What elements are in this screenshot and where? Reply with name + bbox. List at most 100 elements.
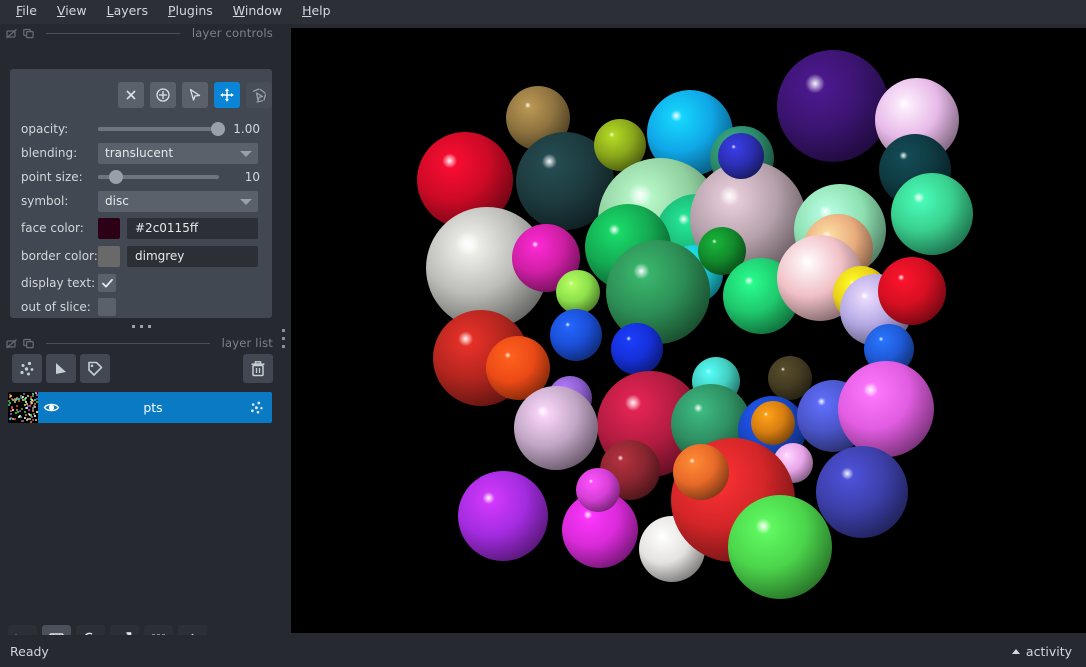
thumbnail-point <box>16 405 19 408</box>
blending-dropdown[interactable]: translucent <box>98 142 258 164</box>
activity-label: activity <box>1025 643 1072 659</box>
thumbnail-point <box>12 409 15 412</box>
blending-value: translucent <box>105 146 174 160</box>
symbol-label: symbol: <box>21 194 69 208</box>
menu-file[interactable]: File <box>8 2 45 22</box>
thumbnail-point <box>34 414 37 417</box>
thumbnail-point <box>30 398 33 401</box>
symbol-dropdown[interactable]: disc <box>98 190 258 212</box>
menu-window[interactable]: Window <box>225 2 290 22</box>
thumbnail-point <box>19 410 22 413</box>
thumbnail-point <box>29 420 32 423</box>
point-sphere <box>673 444 729 500</box>
thumbnail-point <box>28 418 31 421</box>
menu-layers[interactable]: Layers <box>99 2 156 22</box>
thumbnail-point <box>10 413 13 416</box>
opacity-label: opacity: <box>21 122 69 136</box>
thumbnail-point <box>21 408 24 411</box>
point-size-slider-handle[interactable] <box>109 170 124 184</box>
opacity-row: opacity: 1.00 <box>10 117 272 141</box>
border-color-row: border color: dimgrey <box>10 244 272 268</box>
opacity-value: 1.00 <box>233 122 260 136</box>
close-dock-icon[interactable] <box>6 28 17 39</box>
thumbnail-point <box>28 409 31 412</box>
border-color-input[interactable]: dimgrey <box>127 245 258 267</box>
delete-layer-button[interactable] <box>243 354 273 383</box>
thumbnail-point <box>23 393 26 396</box>
thumbnail-point <box>34 419 37 422</box>
menubar: File View Layers Plugins Window Help <box>0 0 1086 24</box>
thumbnail-point <box>31 393 34 396</box>
add-points-button[interactable] <box>150 82 176 108</box>
thumbnail-point <box>35 411 38 414</box>
symbol-value: disc <box>105 194 129 208</box>
out-of-slice-checkbox[interactable] <box>98 298 116 316</box>
thumbnail-point <box>24 404 27 407</box>
display-text-checkbox[interactable] <box>98 274 116 292</box>
thumbnail-point <box>29 414 32 417</box>
thumbnail-point <box>20 415 23 418</box>
face-color-input[interactable]: #2c0115ff <box>127 217 258 239</box>
opacity-slider[interactable] <box>98 119 225 139</box>
thumbnail-point <box>27 395 30 398</box>
point-sphere <box>550 309 602 361</box>
transform-button[interactable] <box>246 82 272 108</box>
face-color-swatch[interactable] <box>98 217 120 239</box>
thumbnail-point <box>31 409 34 412</box>
float-dock-icon[interactable] <box>23 28 34 39</box>
layer-name-label[interactable]: pts <box>64 400 242 415</box>
layer-controls-panel: opacity: 1.00 blending: translucent poin… <box>10 69 272 318</box>
select-points-button[interactable] <box>182 82 208 108</box>
thumbnail-point <box>24 396 27 399</box>
thumbnail-point <box>18 415 21 418</box>
thumbnail-point <box>35 398 38 401</box>
dock-title-rule <box>46 32 180 34</box>
point-sphere <box>728 495 832 599</box>
dock-title-rule <box>46 342 210 344</box>
border-color-swatch[interactable] <box>98 245 120 267</box>
display-text-row: display text: <box>10 271 272 295</box>
delete-selected-points-button[interactable] <box>118 82 144 108</box>
thumbnail-point <box>27 417 30 420</box>
activity-button[interactable]: activity <box>1011 643 1072 659</box>
thumbnail-point <box>31 395 34 398</box>
chevron-down-icon <box>240 150 252 157</box>
statusbar: Ready activity <box>0 635 1086 667</box>
menu-view[interactable]: View <box>49 2 95 22</box>
point-sphere <box>458 471 548 561</box>
points-layer-type-icon <box>242 400 272 416</box>
status-message: Ready <box>10 643 49 659</box>
point-size-value: 10 <box>244 170 260 184</box>
menu-plugins[interactable]: Plugins <box>160 2 221 22</box>
layer-controls-label: layer controls <box>191 26 273 40</box>
thumbnail-point <box>17 398 20 401</box>
controls-expander-handle[interactable] <box>10 318 272 334</box>
border-color-label: border color: <box>21 249 98 263</box>
point-size-slider[interactable] <box>98 167 219 187</box>
blending-label: blending: <box>21 146 78 160</box>
napari-main-window: File View Layers Plugins Window Help layer co… <box>0 0 1086 667</box>
layer-list-item-pts[interactable]: pts <box>8 392 272 423</box>
point-sphere <box>816 446 908 538</box>
thumbnail-point <box>22 420 25 423</box>
opacity-slider-handle[interactable] <box>211 122 225 136</box>
pan-zoom-button[interactable] <box>214 82 240 108</box>
left-dock-area: layer controls opacity: 1.00 blending: t… <box>0 24 283 655</box>
thumbnail-point <box>35 393 38 396</box>
new-points-button[interactable] <box>12 354 42 383</box>
thumbnail-point <box>24 410 27 413</box>
blending-row: blending: translucent <box>10 141 272 165</box>
viewer-canvas[interactable] <box>291 28 1086 633</box>
new-shapes-button[interactable] <box>46 354 76 383</box>
layer-visibility-toggle[interactable] <box>38 399 64 416</box>
thumbnail-point <box>13 401 16 404</box>
face-color-row: face color: #2c0115ff <box>10 216 272 240</box>
thumbnail-point <box>25 414 28 417</box>
point-sphere <box>514 386 598 470</box>
float-dock-icon[interactable] <box>23 338 34 349</box>
dock-splitter-handle[interactable] <box>279 320 287 356</box>
close-dock-icon[interactable] <box>6 338 17 349</box>
new-labels-button[interactable] <box>80 354 110 383</box>
point-sphere <box>838 361 934 457</box>
menu-help[interactable]: Help <box>294 2 339 22</box>
